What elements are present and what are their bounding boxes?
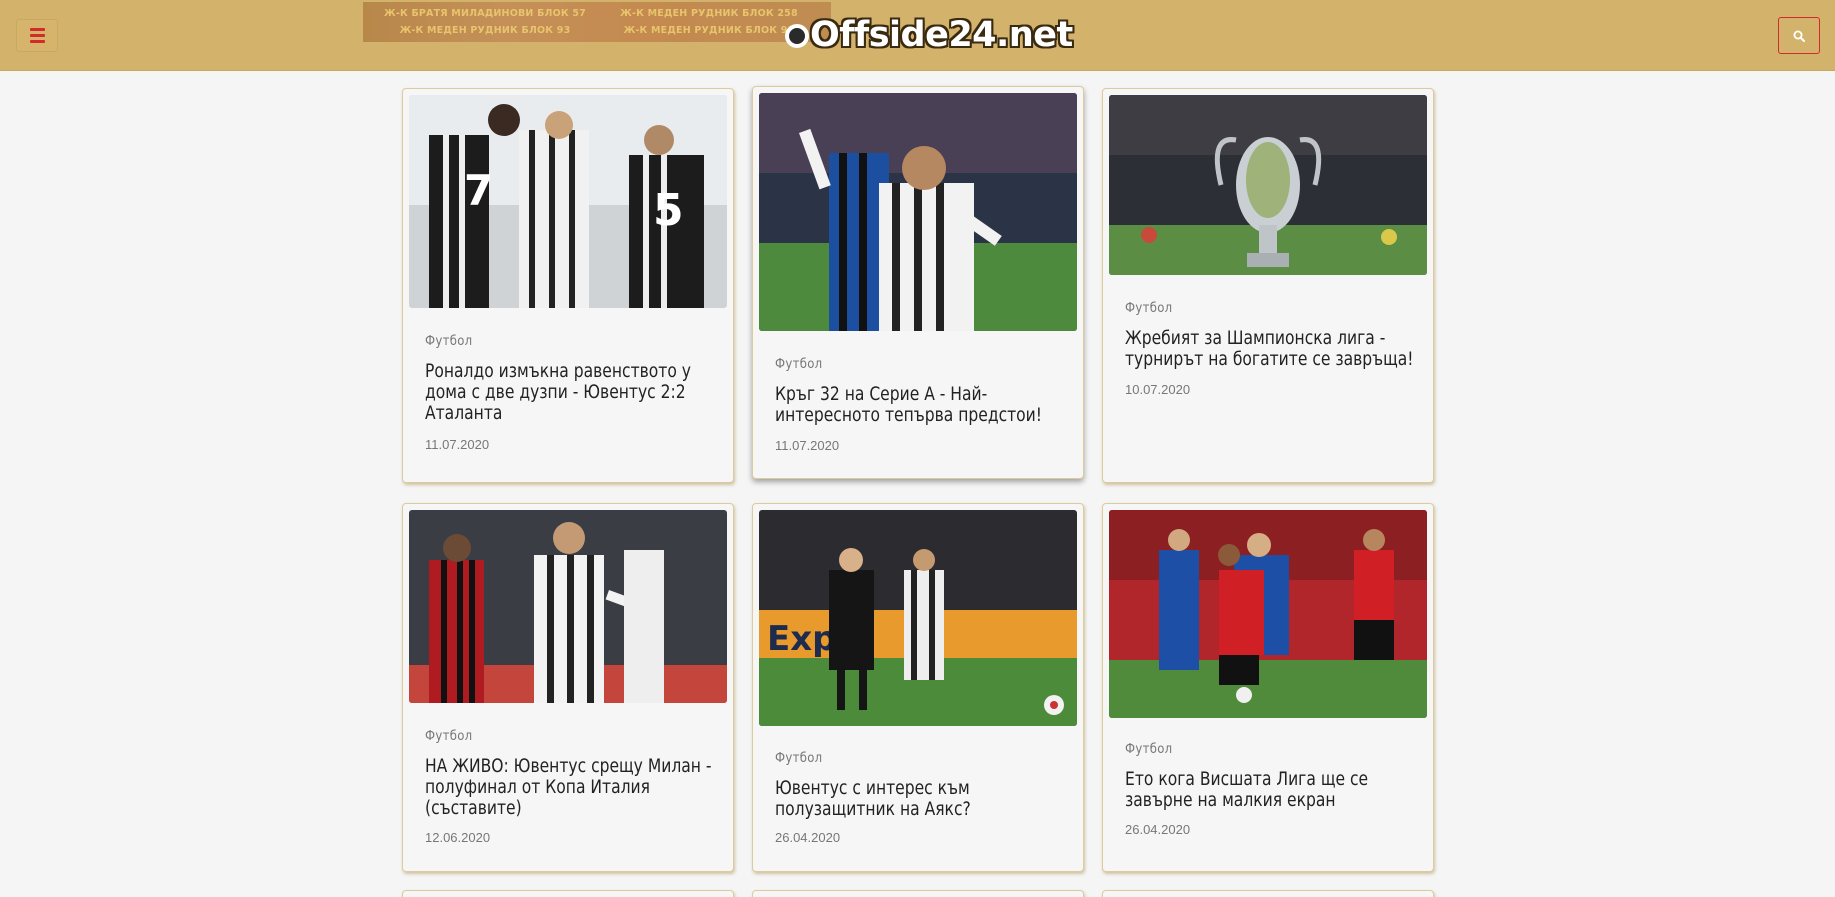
soccer-ball-icon: [785, 24, 809, 48]
hamburger-icon-bar: [29, 40, 45, 43]
article-image[interactable]: [759, 93, 1077, 331]
logo-text: Offside24.net: [810, 15, 1073, 55]
menu-button[interactable]: [16, 19, 58, 52]
article-date: 10.07.2020: [1125, 382, 1191, 397]
article-image[interactable]: 7 5: [409, 95, 727, 308]
article-title[interactable]: Кръг 32 на Серие А - Най-интересното теп…: [775, 384, 1065, 426]
article-title[interactable]: Ето кога Висшата Лига ще се завърне на м…: [1125, 769, 1415, 811]
article-card[interactable]: Футбол НА ЖИВО: Ювентус срещу Милан - по…: [402, 503, 734, 872]
article-image[interactable]: Exp: [759, 510, 1077, 726]
article-card[interactable]: Футбол Жребият за Шампионска лига - турн…: [1102, 88, 1434, 483]
promo-line: Ж-К МЕДЕН РУДНИК БЛОК 258: [620, 8, 798, 19]
article-category[interactable]: Футбол: [1125, 742, 1172, 757]
article-card[interactable]: Футбол Кръг 32 на Серие А - Най-интересн…: [752, 86, 1084, 479]
hamburger-icon-bar: [29, 34, 45, 37]
article-date: 12.06.2020: [425, 830, 491, 845]
article-date: 26.04.2020: [1125, 822, 1191, 837]
svg-text:5: 5: [653, 185, 684, 236]
promo-banner[interactable]: Ж-К БРАТЯ МИЛАДИНОВИ БЛОК 57 Ж-К МЕДЕН Р…: [363, 2, 831, 42]
article-card[interactable]: [402, 890, 734, 897]
promo-line: Ж-К МЕДЕН РУДНИК БЛОК 93: [399, 25, 571, 36]
article-title[interactable]: Роналдо измъкна равенството у дома с две…: [425, 361, 715, 424]
article-category[interactable]: Футбол: [425, 729, 472, 744]
search-button[interactable]: [1778, 17, 1820, 54]
article-image[interactable]: [1109, 510, 1427, 718]
article-category[interactable]: Футбол: [775, 751, 822, 766]
promo-line: Ж-К МЕДЕН РУДНИК БЛОК 93: [623, 25, 795, 36]
svg-text:Exp: Exp: [767, 619, 837, 659]
article-category[interactable]: Футбол: [775, 357, 822, 372]
site-logo[interactable]: Offside24.net: [785, 13, 1073, 57]
article-title[interactable]: НА ЖИВО: Ювентус срещу Милан - полуфинал…: [425, 756, 715, 819]
article-image[interactable]: [409, 510, 727, 703]
site-header: Ж-К БРАТЯ МИЛАДИНОВИ БЛОК 57 Ж-К МЕДЕН Р…: [0, 0, 1835, 71]
hamburger-icon: [29, 28, 45, 31]
article-card[interactable]: [1102, 890, 1434, 897]
article-date: 26.04.2020: [775, 830, 841, 845]
article-title[interactable]: Жребият за Шампионска лига - турнирът на…: [1125, 328, 1415, 370]
article-card[interactable]: Футбол Ето кога Висшата Лига ще се завър…: [1102, 503, 1434, 872]
article-date: 11.07.2020: [425, 437, 490, 452]
article-category[interactable]: Футбол: [425, 334, 472, 349]
article-card[interactable]: 7 5 Футбол Роналдо измъкна равенството у…: [402, 88, 734, 483]
search-icon: [1793, 30, 1805, 42]
article-date: 11.07.2020: [775, 438, 840, 453]
article-title[interactable]: Ювентус с интерес към полузащитник на Ая…: [775, 778, 1065, 820]
article-card[interactable]: [752, 890, 1084, 897]
article-image[interactable]: [1109, 95, 1427, 275]
promo-line: Ж-К БРАТЯ МИЛАДИНОВИ БЛОК 57: [384, 8, 586, 19]
article-category[interactable]: Футбол: [1125, 301, 1172, 316]
article-card[interactable]: Exp Футбол Ювентус с интерес към полузащ…: [752, 503, 1084, 872]
svg-text:7: 7: [464, 166, 493, 215]
